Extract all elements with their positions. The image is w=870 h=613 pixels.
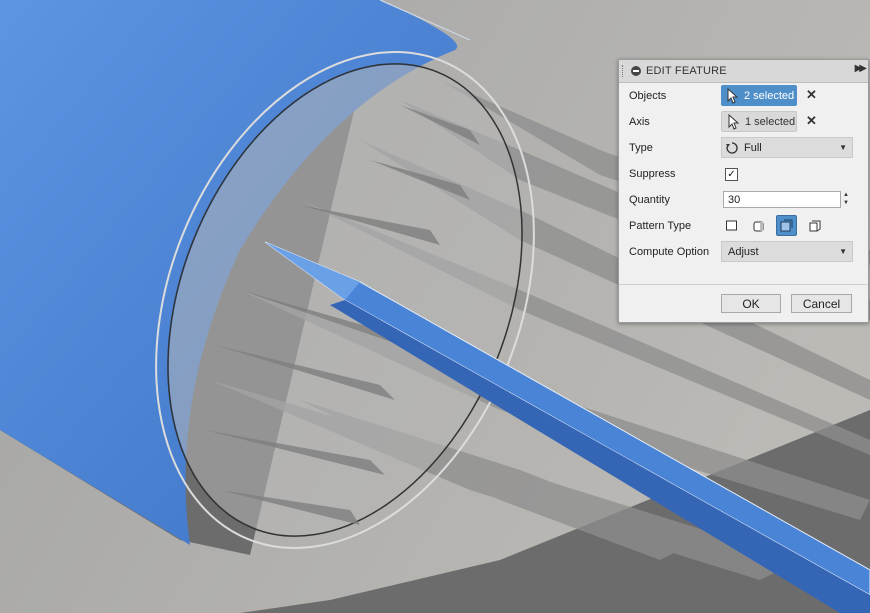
objects-select-button[interactable]: 2 selected (721, 85, 797, 106)
axis-clear-icon[interactable]: ✕ (806, 114, 817, 128)
pattern-type-faces-button[interactable] (721, 215, 742, 236)
axis-label: Axis (629, 116, 650, 128)
chevron-down-icon: ▼ (839, 143, 847, 152)
cancel-button[interactable]: Cancel (791, 294, 852, 313)
suppress-row: Suppress ✓ (619, 162, 868, 186)
quantity-stepper[interactable]: ▲ ▼ (843, 191, 851, 208)
drag-grip-icon[interactable] (622, 65, 625, 77)
quantity-label: Quantity (629, 194, 670, 206)
type-label: Type (629, 142, 653, 154)
compute-option-value: Adjust (728, 245, 759, 258)
components-icon (809, 220, 820, 231)
cursor-arrow-icon (728, 113, 740, 130)
stepper-down-icon[interactable]: ▼ (843, 199, 851, 207)
compute-option-dropdown[interactable]: Adjust ▼ (721, 241, 853, 262)
axis-selection-text: 1 selected (745, 115, 796, 128)
objects-label: Objects (629, 90, 667, 102)
objects-clear-icon[interactable]: ✕ (806, 88, 817, 102)
axis-row: Axis 1 selected ✕ (619, 110, 868, 134)
objects-row: Objects 2 selected ✕ (619, 84, 868, 108)
edit-feature-panel: EDIT FEATURE ▶▶ Objects 2 selected ✕ Axi… (618, 59, 869, 323)
axis-select-button[interactable]: 1 selected (721, 111, 797, 132)
pattern-type-features-button[interactable] (776, 215, 797, 236)
expand-arrows-icon[interactable]: ▶▶ (855, 63, 868, 74)
pattern-type-bodies-button[interactable] (748, 215, 769, 236)
ok-button[interactable]: OK (721, 294, 781, 313)
cursor-arrow-icon (727, 87, 739, 104)
suppress-label: Suppress (629, 168, 676, 180)
objects-selection-text: 2 selected (744, 89, 795, 102)
chevron-down-icon: ▼ (839, 247, 847, 256)
panel-divider (619, 284, 868, 285)
features-icon (780, 219, 793, 232)
panel-title: EDIT FEATURE (646, 65, 727, 77)
pattern-type-row: Pattern Type (619, 214, 868, 238)
suppress-checkbox[interactable]: ✓ (725, 168, 738, 181)
full-circle-arrow-icon (726, 141, 738, 154)
compute-option-row: Compute Option Adjust ▼ (619, 240, 868, 264)
type-value: Full (744, 141, 762, 154)
type-row: Type Full ▼ (619, 136, 868, 160)
pattern-type-components-button[interactable] (804, 215, 825, 236)
faces-icon (726, 220, 737, 231)
bodies-icon (753, 221, 763, 231)
quantity-input[interactable] (723, 191, 841, 208)
collapse-icon[interactable] (631, 66, 641, 76)
stepper-up-icon[interactable]: ▲ (843, 191, 851, 199)
type-dropdown[interactable]: Full ▼ (721, 137, 853, 158)
pattern-type-label: Pattern Type (629, 220, 692, 232)
quantity-row: Quantity ▲ ▼ (619, 188, 868, 212)
compute-option-label: Compute Option (629, 246, 710, 258)
panel-header[interactable]: EDIT FEATURE ▶▶ (619, 60, 868, 83)
